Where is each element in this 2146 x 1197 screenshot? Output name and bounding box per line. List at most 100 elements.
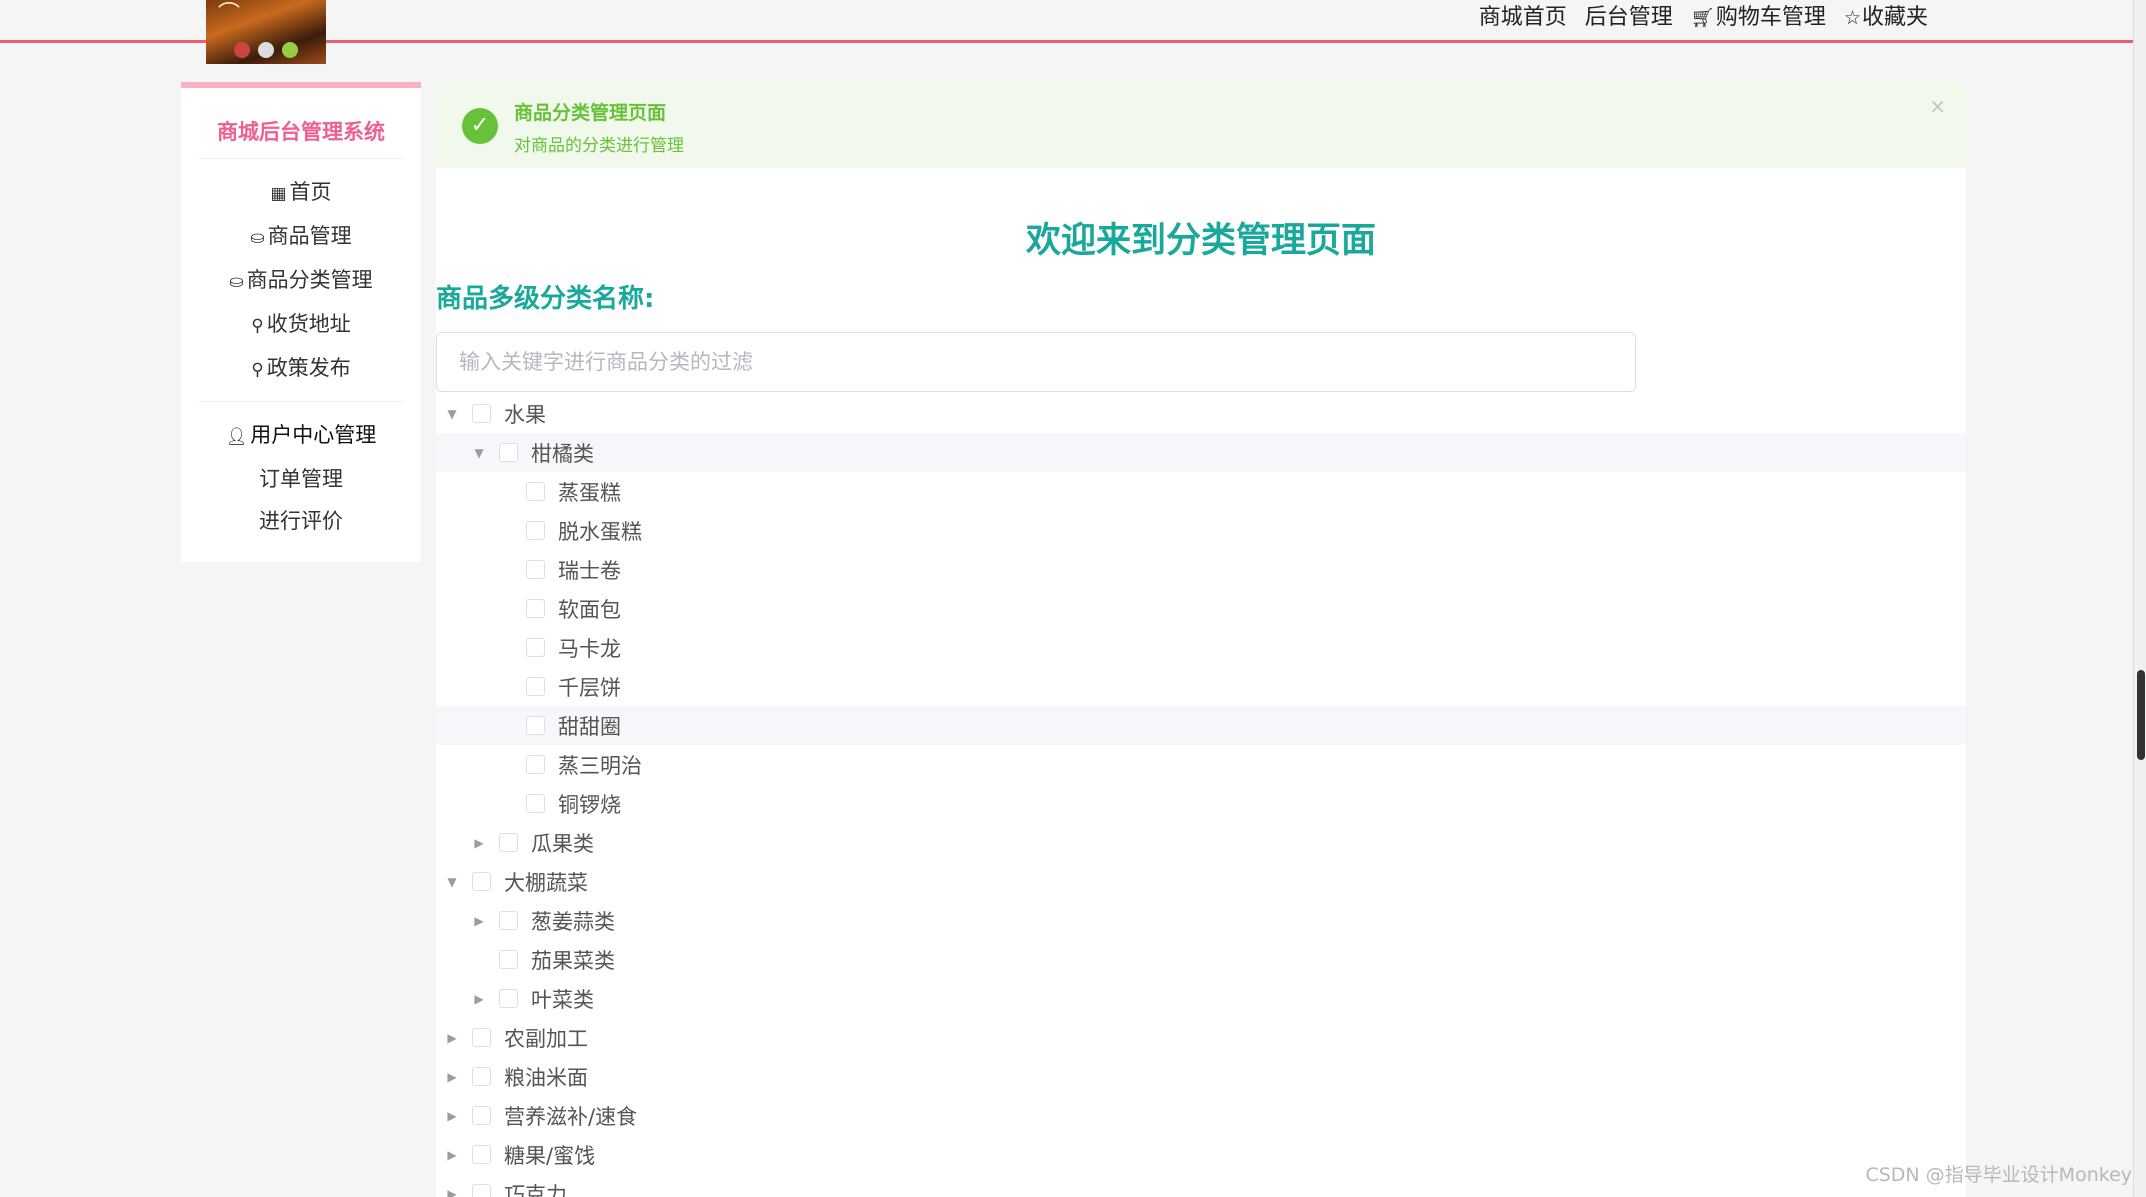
category-label: 商品多级分类名称:: [436, 284, 655, 314]
tree-node-label: 葱姜蒜类: [531, 909, 615, 934]
nav-favorites[interactable]: ☆收藏夹: [1844, 0, 1928, 31]
tree-node-checkbox[interactable]: [472, 404, 491, 423]
tree-node-checkbox[interactable]: [526, 560, 545, 579]
sidebar-item-label: 订单管理: [259, 467, 343, 491]
nav-shop-home[interactable]: 商城首页: [1479, 0, 1567, 31]
site-logo[interactable]: ⌒: [206, 0, 326, 64]
tree-node[interactable]: ▶ 巧克力: [436, 1174, 1966, 1197]
tree-node-checkbox[interactable]: [499, 989, 518, 1008]
caret-right-icon[interactable]: ▶: [444, 1031, 460, 1045]
caret-down-icon[interactable]: ▼: [471, 446, 487, 460]
tree-node[interactable]: ▶千层饼: [436, 667, 1966, 706]
tree-node[interactable]: ▶ 叶菜类: [436, 979, 1966, 1018]
sidebar-item-home[interactable]: ▦ 首页: [181, 171, 421, 215]
caret-right-icon[interactable]: ▶: [444, 1109, 460, 1123]
tree-node-label: 铜锣烧: [558, 792, 621, 817]
location-icon: ⚲: [251, 360, 264, 380]
tree-node[interactable]: ▶甜甜圈: [436, 706, 1966, 745]
tree-node[interactable]: ▶ 营养滋补/速食: [436, 1096, 1966, 1135]
sidebar-title: 商城后台管理系统: [217, 120, 385, 144]
window-scrollbar[interactable]: [2133, 0, 2146, 1197]
tree-node-checkbox[interactable]: [526, 755, 545, 774]
tree-node[interactable]: ▶瑞士卷: [436, 550, 1966, 589]
tree-node-label: 粮油米面: [504, 1065, 588, 1090]
nav-cart-management[interactable]: 🛒︎购物车管理: [1691, 0, 1826, 31]
caret-right-icon[interactable]: ▶: [471, 836, 487, 850]
tree-node[interactable]: ▶马卡龙: [436, 628, 1966, 667]
tree-node-label: 农副加工: [504, 1026, 588, 1051]
box-icon: ⛀: [229, 272, 244, 292]
tree-node-checkbox[interactable]: [472, 1184, 491, 1197]
tree-node[interactable]: ▼ 大棚蔬菜: [436, 862, 1966, 901]
tree-node[interactable]: ▶茄果菜类: [436, 940, 1966, 979]
tree-node[interactable]: ▶铜锣烧: [436, 784, 1966, 823]
tree-node-checkbox[interactable]: [526, 521, 545, 540]
tree-node-label: 蒸蛋糕: [558, 480, 621, 505]
caret-right-icon[interactable]: ▶: [444, 1070, 460, 1084]
tree-node[interactable]: ▶ 瓜果类: [436, 823, 1966, 862]
sidebar-item-label: 商品管理: [267, 224, 352, 248]
caret-right-icon[interactable]: ▶: [444, 1148, 460, 1162]
tree-node[interactable]: ▶ 糖果/蜜饯: [436, 1135, 1966, 1174]
tree-node-checkbox[interactable]: [472, 1028, 491, 1047]
tree-node[interactable]: ▼ 柑橘类: [436, 433, 1966, 472]
tree-node[interactable]: ▶ 葱姜蒜类: [436, 901, 1966, 940]
tree-node-checkbox[interactable]: [472, 1067, 491, 1086]
tree-node-checkbox[interactable]: [526, 677, 545, 696]
sidebar-item-category-management[interactable]: ⛀ 商品分类管理: [181, 259, 421, 303]
tree-node-checkbox[interactable]: [499, 833, 518, 852]
user-icon: 👤︎: [225, 427, 248, 447]
logo-cup: [258, 42, 274, 58]
tree-node-label: 柑橘类: [531, 441, 594, 466]
sidebar-user-menu: 👤︎ 用户中心管理 订单管理 进行评价: [181, 402, 421, 554]
success-alert: ✓ 商品分类管理页面 对商品的分类进行管理 ×: [436, 82, 1966, 168]
category-tree: ▼水果▼柑橘类▶蒸蛋糕▶脱水蛋糕▶瑞士卷▶软面包▶马卡龙▶千层饼▶甜甜圈▶蒸三明…: [436, 394, 1966, 1197]
sidebar-item-orders[interactable]: 订单管理: [181, 458, 421, 500]
tree-node-checkbox[interactable]: [472, 1106, 491, 1125]
tree-node[interactable]: ▶ 农副加工: [436, 1018, 1966, 1057]
nav-admin-label: 后台管理: [1584, 5, 1673, 30]
tree-node-checkbox[interactable]: [499, 950, 518, 969]
tree-node-checkbox[interactable]: [472, 872, 491, 891]
tree-node-checkbox[interactable]: [526, 482, 545, 501]
caret-down-icon[interactable]: ▼: [444, 875, 460, 889]
sidebar-item-shipping-address[interactable]: ⚲ 收货地址: [181, 303, 421, 347]
tree-node-checkbox[interactable]: [499, 443, 518, 462]
tree-node-checkbox[interactable]: [526, 716, 545, 735]
watermark: CSDN @指导毕业设计Monkey: [1865, 1164, 2132, 1186]
sidebar: 商城后台管理系统 ▦ 首页 ⛀ 商品管理 ⛀ 商品分类管理 ⚲ 收货地址 ⚲ 政策发布 👤…: [181, 82, 421, 562]
tree-node-label: 马卡龙: [558, 636, 621, 661]
tree-node-label: 蒸三明治: [558, 753, 642, 778]
sidebar-item-products[interactable]: ⛀ 商品管理: [181, 215, 421, 259]
nav-admin[interactable]: 后台管理: [1585, 0, 1673, 31]
category-filter-input[interactable]: [436, 332, 1636, 392]
tree-node[interactable]: ▶软面包: [436, 589, 1966, 628]
close-icon[interactable]: ×: [1929, 94, 1946, 118]
page-title: 欢迎来到分类管理页面: [1025, 221, 1376, 261]
caret-right-icon[interactable]: ▶: [444, 1187, 460, 1197]
sidebar-item-reviews[interactable]: 进行评价: [181, 500, 421, 542]
tree-node[interactable]: ▶脱水蛋糕: [436, 511, 1966, 550]
tree-node-checkbox[interactable]: [526, 599, 545, 618]
tree-node-checkbox[interactable]: [499, 911, 518, 930]
alert-title: 商品分类管理页面: [514, 102, 667, 124]
grid-icon: ▦: [270, 184, 287, 204]
tree-node[interactable]: ▶蒸三明治: [436, 745, 1966, 784]
tree-node-label: 营养滋补/速食: [504, 1104, 638, 1129]
caret-right-icon[interactable]: ▶: [471, 992, 487, 1006]
tree-node[interactable]: ▼ 水果: [436, 394, 1966, 433]
caret-right-icon[interactable]: ▶: [471, 914, 487, 928]
tree-node-checkbox[interactable]: [526, 638, 545, 657]
tree-node[interactable]: ▶ 粮油米面: [436, 1057, 1966, 1096]
sidebar-menu: ▦ 首页 ⛀ 商品管理 ⛀ 商品分类管理 ⚲ 收货地址 ⚲ 政策发布: [181, 159, 421, 401]
sidebar-item-user-center[interactable]: 👤︎ 用户中心管理: [181, 414, 421, 458]
tree-node[interactable]: ▶蒸蛋糕: [436, 472, 1966, 511]
tree-node-label: 茄果菜类: [531, 948, 615, 973]
check-circle-icon: ✓: [462, 108, 498, 144]
caret-down-icon[interactable]: ▼: [444, 407, 460, 421]
tree-node-checkbox[interactable]: [526, 794, 545, 813]
scrollbar-thumb[interactable]: [2137, 670, 2145, 760]
tree-node-checkbox[interactable]: [472, 1145, 491, 1164]
tree-node-label: 瑞士卷: [558, 558, 621, 583]
sidebar-item-policy-publish[interactable]: ⚲ 政策发布: [181, 347, 421, 391]
